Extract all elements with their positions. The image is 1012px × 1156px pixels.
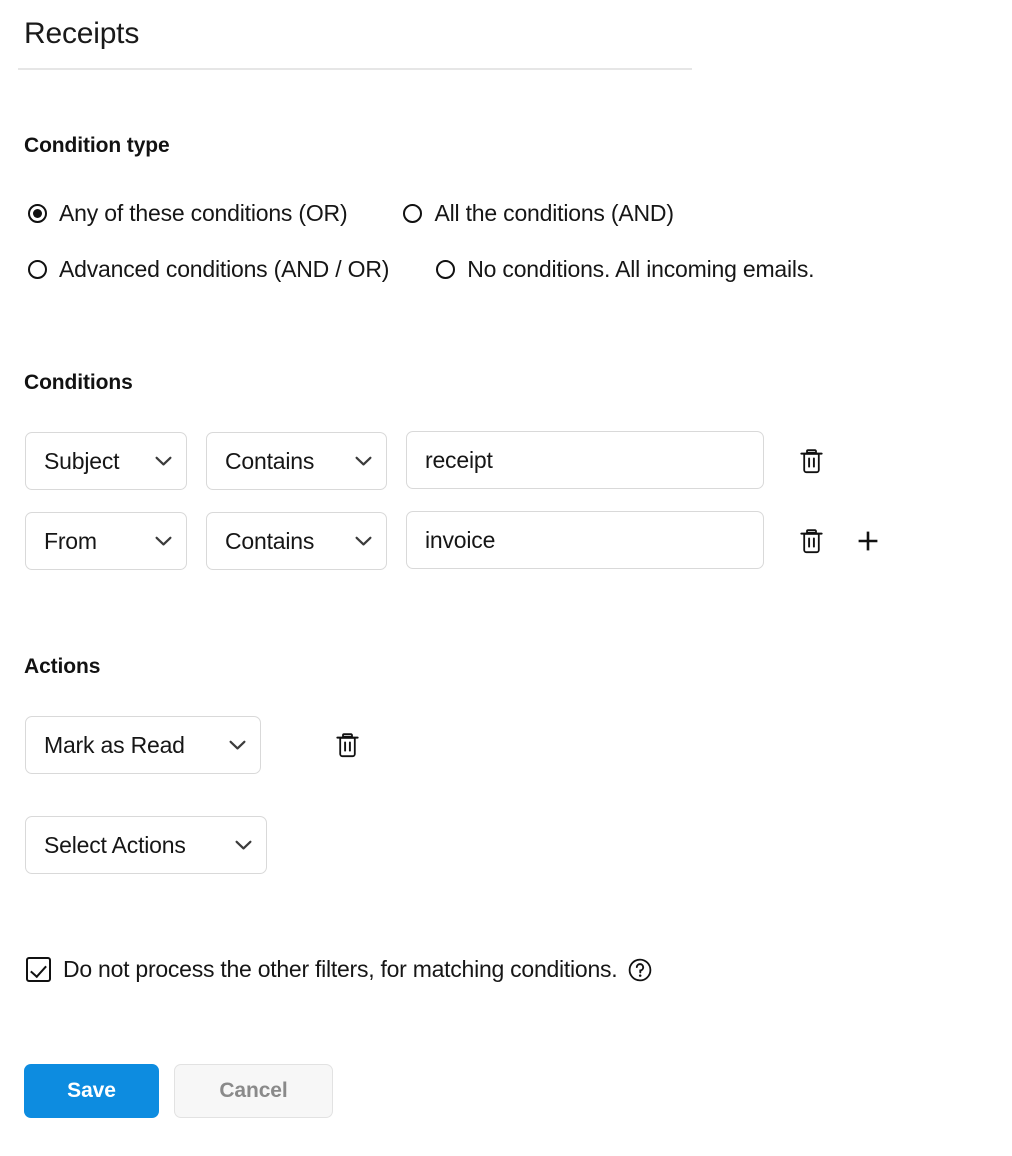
condition-field-value: Subject xyxy=(44,447,120,474)
chevron-down-icon xyxy=(155,456,172,465)
action-select-0[interactable]: Mark as Read xyxy=(25,716,261,774)
action-delete-button-0[interactable] xyxy=(331,728,363,762)
condition-value-text: invoice xyxy=(425,526,496,553)
condition-operator-value: Contains xyxy=(225,527,315,554)
skip-other-filters-checkbox[interactable] xyxy=(26,957,51,982)
condition-field-value: From xyxy=(44,527,97,554)
condition-type-radio-row-1: Any of these conditions (OR) All the con… xyxy=(28,200,674,226)
radio-label: All the conditions (AND) xyxy=(434,200,674,226)
condition-operator-select-0[interactable]: Contains xyxy=(206,432,387,490)
condition-operator-value: Contains xyxy=(225,447,315,474)
chevron-down-icon xyxy=(155,536,172,545)
plus-icon xyxy=(858,531,878,551)
add-action-select[interactable]: Select Actions xyxy=(25,816,267,874)
condition-value-text: receipt xyxy=(425,446,493,473)
radio-indicator[interactable] xyxy=(28,259,47,279)
radio-option-advanced-conditions[interactable]: Advanced conditions (AND / OR) xyxy=(28,256,389,282)
chevron-down-icon xyxy=(355,536,372,545)
cancel-button-label: Cancel xyxy=(219,1079,288,1102)
add-action-placeholder: Select Actions xyxy=(44,831,186,858)
condition-operator-select-1[interactable]: Contains xyxy=(206,512,387,570)
condition-value-input-1[interactable]: invoice xyxy=(406,511,764,569)
filter-editor-page: Receipts Condition type Any of these con… xyxy=(0,0,1012,1156)
condition-delete-button-0[interactable] xyxy=(795,444,827,478)
title-divider xyxy=(18,68,692,70)
question-circle-icon[interactable] xyxy=(627,957,653,983)
condition-field-select-0[interactable]: Subject xyxy=(25,432,187,490)
condition-type-radio-row-2: Advanced conditions (AND / OR) No condit… xyxy=(28,256,815,282)
condition-value-input-0[interactable]: receipt xyxy=(406,431,764,489)
page-title: Receipts xyxy=(24,17,140,50)
trash-icon xyxy=(799,529,823,554)
radio-label: No conditions. All incoming emails. xyxy=(467,256,815,282)
radio-indicator-selected[interactable] xyxy=(28,203,47,223)
condition-type-heading: Condition type xyxy=(24,134,170,157)
radio-option-all-the-conditions[interactable]: All the conditions (AND) xyxy=(403,200,674,226)
skip-other-filters-label: Do not process the other filters, for ma… xyxy=(63,956,618,982)
action-value: Mark as Read xyxy=(44,731,185,758)
chevron-down-icon xyxy=(229,740,246,749)
actions-heading: Actions xyxy=(24,655,101,678)
radio-label: Advanced conditions (AND / OR) xyxy=(59,256,390,282)
trash-icon xyxy=(335,733,359,758)
radio-indicator[interactable] xyxy=(436,259,456,279)
condition-field-select-1[interactable]: From xyxy=(25,512,187,570)
conditions-heading: Conditions xyxy=(24,371,133,394)
radio-option-any-of-these-conditions[interactable]: Any of these conditions (OR) xyxy=(28,200,348,226)
skip-other-filters-row: Do not process the other filters, for ma… xyxy=(26,956,653,983)
trash-icon xyxy=(799,449,823,474)
cancel-button[interactable]: Cancel xyxy=(174,1064,333,1118)
chevron-down-icon xyxy=(235,840,252,849)
radio-option-no-conditions[interactable]: No conditions. All incoming emails. xyxy=(436,256,815,282)
radio-label: Any of these conditions (OR) xyxy=(59,200,348,226)
chevron-down-icon xyxy=(355,456,372,465)
save-button-label: Save xyxy=(67,1079,116,1102)
save-button[interactable]: Save xyxy=(24,1064,159,1118)
condition-delete-button-1[interactable] xyxy=(795,524,827,558)
add-condition-button[interactable] xyxy=(852,524,884,558)
radio-indicator[interactable] xyxy=(403,203,423,223)
